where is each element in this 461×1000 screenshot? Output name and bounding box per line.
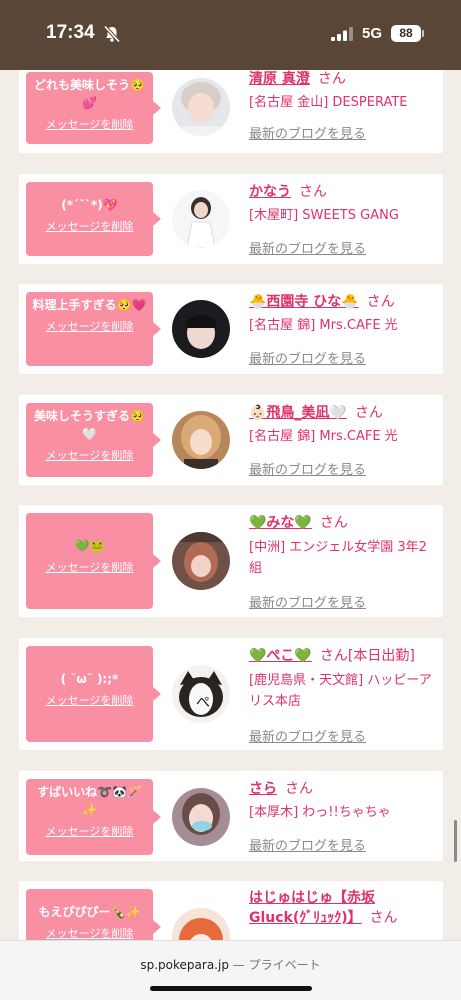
avatar[interactable]	[172, 908, 230, 940]
honorific: さん	[354, 405, 383, 421]
name-line: さら さん	[249, 778, 313, 798]
battery-tip	[422, 30, 424, 37]
delete-message-link[interactable]: メッセージを削除	[26, 692, 153, 708]
message-card: (*ˊ˘ˋ*)💖 メッセージを削除 かなう さん [木屋町] SWEETS GAN…	[19, 174, 443, 264]
shop-name: [鹿児島県・天文館] ハッピーアリス本店	[249, 673, 432, 709]
delete-message-link[interactable]: メッセージを削除	[26, 318, 153, 334]
message-bubble: 💚🐸 メッセージを削除	[26, 513, 161, 609]
avatar[interactable]	[172, 532, 230, 590]
cast-name-link[interactable]: 👶🏻飛鳥_美凪🤍	[249, 405, 347, 421]
delete-message-link[interactable]: メッセージを削除	[26, 559, 153, 575]
blog-link[interactable]: 最新のブログを見る	[249, 459, 366, 478]
status-tag: [本日出勤]	[347, 648, 415, 664]
avatar[interactable]	[172, 78, 230, 136]
avatar[interactable]	[172, 190, 230, 248]
cast-name-link[interactable]: 清原 真澄	[249, 71, 310, 87]
honorific: さん	[319, 515, 348, 531]
message-text: どれも美味しそう🥺💕	[34, 78, 145, 110]
delete-message-link[interactable]: メッセージを削除	[26, 447, 153, 463]
message-text: 美味しそうすぎる🥺🤍	[34, 409, 145, 441]
avatar[interactable]: ぺ	[172, 665, 230, 723]
message-bubble: 美味しそうすぎる🥺🤍 メッセージを削除	[26, 403, 161, 477]
avatar[interactable]	[172, 300, 230, 358]
honorific: さん	[319, 648, 348, 664]
status-bar: 17:34 5G 88	[0, 0, 461, 70]
blog-link[interactable]: 最新のブログを見る	[249, 592, 366, 611]
message-text: 💚🐸	[74, 539, 105, 553]
message-text: もえぴぴぴー🍾✨	[38, 905, 141, 919]
cast-name-link[interactable]: 💚みな💚	[249, 515, 312, 531]
cast-name-link[interactable]: さら	[249, 781, 277, 797]
url-text: sp.pokepara.jp — プライベート	[0, 956, 461, 973]
cast-name-link[interactable]: かなう	[249, 184, 291, 200]
private-mode-label: プライベート	[248, 958, 321, 972]
name-line: 💚みな💚 さん	[249, 512, 348, 532]
honorific: さん	[299, 184, 327, 200]
name-line: かなう さん	[249, 181, 327, 201]
message-bubble: すばいいね➰🐼🪄✨ メッセージを削除	[26, 779, 161, 855]
honorific: さん	[285, 781, 313, 797]
message-bubble: (*ˊ˘ˋ*)💖 メッセージを削除	[26, 182, 161, 256]
cast-name-link[interactable]: 💚ぺこ💚	[249, 648, 312, 664]
blog-link[interactable]: 最新のブログを見る	[249, 726, 366, 745]
message-card: ( ˘ω˘ ):;* メッセージを削除 ぺ 💚ぺこ💚 さん[本日出勤] [鹿児島県…	[19, 638, 443, 750]
message-card: どれも美味しそう🥺💕 メッセージを削除 清原 真澄 さん [名古屋 金山] DES…	[19, 70, 443, 153]
message-card: 料理上手すぎる🥺💗 メッセージを削除 🐣西園寺 ひな🐣 さん [名古屋 錦] Mr…	[19, 284, 443, 374]
avatar[interactable]	[172, 788, 230, 846]
cast-name-link[interactable]: 🐣西園寺 ひな🐣	[249, 294, 359, 310]
blog-link[interactable]: 最新のブログを見る	[249, 348, 366, 367]
delete-message-link[interactable]: メッセージを削除	[26, 925, 153, 940]
signal-icon	[331, 27, 353, 41]
shop-name: [中洲] エンジェル女学園 3年2組	[249, 540, 427, 576]
bell-muted-icon	[103, 25, 121, 43]
delete-message-link[interactable]: メッセージを削除	[26, 218, 153, 234]
blog-link[interactable]: 最新のブログを見る	[249, 238, 366, 257]
honorific: さん	[369, 910, 398, 926]
message-text: すばいいね➰🐼🪄✨	[37, 785, 142, 817]
message-bubble: どれも美味しそう🥺💕 メッセージを削除	[26, 72, 161, 144]
message-card: 💚🐸 メッセージを削除 💚みな💚 さん [中洲] エンジェル女学園 3年2組 最新…	[19, 505, 443, 617]
home-indicator[interactable]	[150, 986, 312, 991]
blog-link[interactable]: 最新のブログを見る	[249, 123, 366, 142]
message-card: 美味しそうすぎる🥺🤍 メッセージを削除 👶🏻飛鳥_美凪🤍 さん [名古屋 錦] M…	[19, 395, 443, 485]
blog-link[interactable]: 最新のブログを見る	[249, 835, 366, 854]
name-line: はじゅはじゅ【赤坂Gluck(ｸﾞﾘｭｯｸ)】 さん	[249, 888, 429, 928]
shop-name: [名古屋 錦] Mrs.CAFE 光	[249, 429, 398, 444]
name-line: 清原 真澄 さん	[249, 70, 346, 88]
honorific: さん	[366, 294, 395, 310]
message-text: 料理上手すぎる🥺💗	[32, 298, 147, 312]
cast-name-link[interactable]: はじゅはじゅ【赤坂Gluck(ｸﾞﾘｭｯｸ)】	[249, 890, 375, 926]
message-bubble: ( ˘ω˘ ):;* メッセージを削除	[26, 646, 161, 742]
network-type: 5G	[362, 25, 383, 42]
name-line: 💚ぺこ💚 さん[本日出勤]	[249, 645, 415, 665]
url-separator: —	[232, 958, 245, 972]
message-list: どれも美味しそう🥺💕 メッセージを削除 清原 真澄 さん [名古屋 金山] DES…	[0, 70, 461, 940]
svg-text:ぺ: ぺ	[196, 695, 210, 711]
message-card: すばいいね➰🐼🪄✨ メッセージを削除 さら さん [本厚木] わっ!!ちゃちゃ 最…	[19, 771, 443, 861]
shop-name: [名古屋 錦] Mrs.CAFE 光	[249, 318, 398, 333]
domain-label: sp.pokepara.jp	[140, 958, 229, 972]
delete-message-link[interactable]: メッセージを削除	[26, 116, 153, 132]
battery-icon: 88	[391, 25, 421, 42]
avatar[interactable]	[172, 411, 230, 469]
shop-name: [名古屋 金山] DESPERATE	[249, 95, 408, 110]
shop-name: [本厚木] わっ!!ちゃちゃ	[249, 805, 391, 820]
delete-message-link[interactable]: メッセージを削除	[26, 823, 153, 839]
name-line: 🐣西園寺 ひな🐣 さん	[249, 291, 395, 311]
scrollbar[interactable]	[454, 820, 457, 862]
message-bubble: もえぴぴぴー🍾✨ メッセージを削除	[26, 889, 161, 940]
shop-name: [木屋町] SWEETS GANG	[249, 208, 399, 223]
browser-address-bar[interactable]: sp.pokepara.jp — プライベート	[0, 940, 461, 1000]
message-card: もえぴぴぴー🍾✨ メッセージを削除 はじゅはじゅ【赤坂Gluck(ｸﾞﾘｭｯｸ)…	[19, 881, 443, 940]
message-text: ( ˘ω˘ ):;*	[60, 672, 119, 686]
name-line: 👶🏻飛鳥_美凪🤍 さん	[249, 402, 383, 422]
status-time: 17:34	[46, 22, 95, 43]
message-text: (*ˊ˘ˋ*)💖	[61, 198, 118, 212]
honorific: さん	[317, 71, 346, 87]
message-bubble: 料理上手すぎる🥺💗 メッセージを削除	[26, 292, 161, 366]
